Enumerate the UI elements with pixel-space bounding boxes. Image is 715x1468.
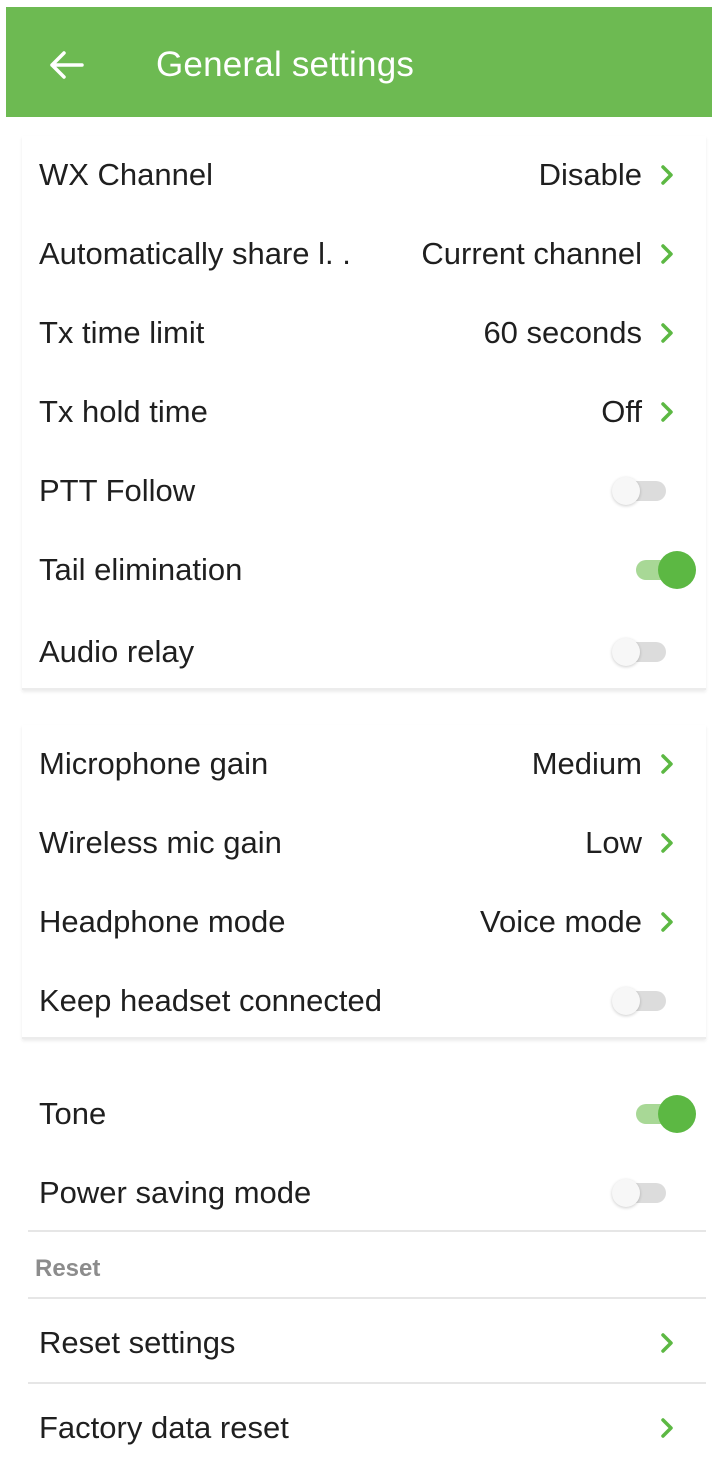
chevron-right-icon: [661, 833, 673, 853]
setting-row-reset-settings[interactable]: Reset settings: [22, 1304, 706, 1382]
setting-row-tail-elimination: Tail elimination: [22, 531, 706, 609]
chevron-right-icon: [661, 244, 673, 264]
settings-group-audio: Microphone gain Medium Wireless mic gain…: [22, 725, 706, 1039]
setting-row-keep-headset-connected: Keep headset connected: [22, 962, 706, 1040]
setting-value: Off: [601, 394, 642, 429]
setting-label: PTT Follow: [39, 473, 196, 508]
setting-row-ptt-follow: PTT Follow: [22, 452, 706, 530]
setting-label: Factory data reset: [39, 1410, 289, 1445]
setting-label: Keep headset connected: [39, 983, 382, 1018]
setting-row-tx-hold-time[interactable]: Tx hold time Off: [22, 373, 706, 451]
tail-elimination-toggle[interactable]: [636, 551, 696, 589]
setting-value: 60 seconds: [483, 315, 642, 350]
setting-label: Microphone gain: [39, 746, 269, 781]
arrow-left-icon: [50, 51, 84, 79]
chevron-right-icon: [661, 1333, 673, 1353]
chevron-right-icon: [661, 323, 673, 343]
setting-value: Low: [585, 825, 642, 860]
setting-value: Disable: [538, 157, 642, 192]
setting-label: Headphone mode: [39, 904, 286, 939]
chevron-right-icon: [661, 165, 673, 185]
setting-value: Voice mode: [480, 904, 642, 939]
setting-row-wx-channel[interactable]: WX Channel Disable: [22, 136, 706, 214]
ptt-follow-toggle[interactable]: [612, 477, 666, 505]
settings-group-radio: WX Channel Disable Automatically share l…: [22, 136, 706, 690]
divider: [28, 1230, 706, 1232]
keep-headset-connected-toggle[interactable]: [612, 987, 666, 1015]
power-saving-mode-toggle[interactable]: [612, 1179, 666, 1207]
chevron-right-icon: [661, 402, 673, 422]
setting-label: Audio relay: [39, 634, 195, 669]
chevron-right-icon: [661, 754, 673, 774]
section-header-reset: Reset: [35, 1255, 101, 1282]
setting-row-tone: Tone: [22, 1075, 706, 1153]
setting-label: Power saving mode: [39, 1175, 312, 1210]
settings-group-system: Tone Power saving mode Reset Reset setti…: [22, 1075, 706, 1465]
setting-row-microphone-gain[interactable]: Microphone gain Medium: [22, 725, 706, 803]
setting-label: Tx hold time: [39, 394, 208, 429]
setting-label: Automatically share l. .: [39, 236, 351, 271]
chevron-right-icon: [661, 912, 673, 932]
setting-row-tx-time-limit[interactable]: Tx time limit 60 seconds: [22, 294, 706, 372]
page-title: General settings: [156, 45, 415, 84]
setting-label: Reset settings: [39, 1325, 236, 1360]
divider: [28, 1297, 706, 1299]
back-button[interactable]: [42, 41, 90, 89]
setting-row-power-saving-mode: Power saving mode: [22, 1154, 706, 1232]
setting-label: Tx time limit: [39, 315, 205, 350]
audio-relay-toggle[interactable]: [612, 638, 666, 666]
app-bar: General settings: [6, 7, 712, 117]
setting-value: Medium: [531, 746, 642, 781]
setting-label: WX Channel: [39, 157, 214, 192]
setting-row-auto-share[interactable]: Automatically share l. . Current channel: [22, 215, 706, 293]
divider: [28, 1382, 706, 1384]
setting-row-audio-relay: Audio relay: [22, 613, 706, 691]
setting-value: Current channel: [421, 236, 642, 271]
setting-label: Tone: [39, 1096, 107, 1131]
chevron-right-icon: [661, 1418, 673, 1438]
setting-row-headphone-mode[interactable]: Headphone mode Voice mode: [22, 883, 706, 961]
setting-row-factory-data-reset[interactable]: Factory data reset: [22, 1389, 706, 1467]
setting-row-wireless-mic-gain[interactable]: Wireless mic gain Low: [22, 804, 706, 882]
setting-label: Wireless mic gain: [39, 825, 282, 860]
setting-label: Tail elimination: [39, 552, 243, 587]
tone-toggle[interactable]: [636, 1095, 696, 1133]
